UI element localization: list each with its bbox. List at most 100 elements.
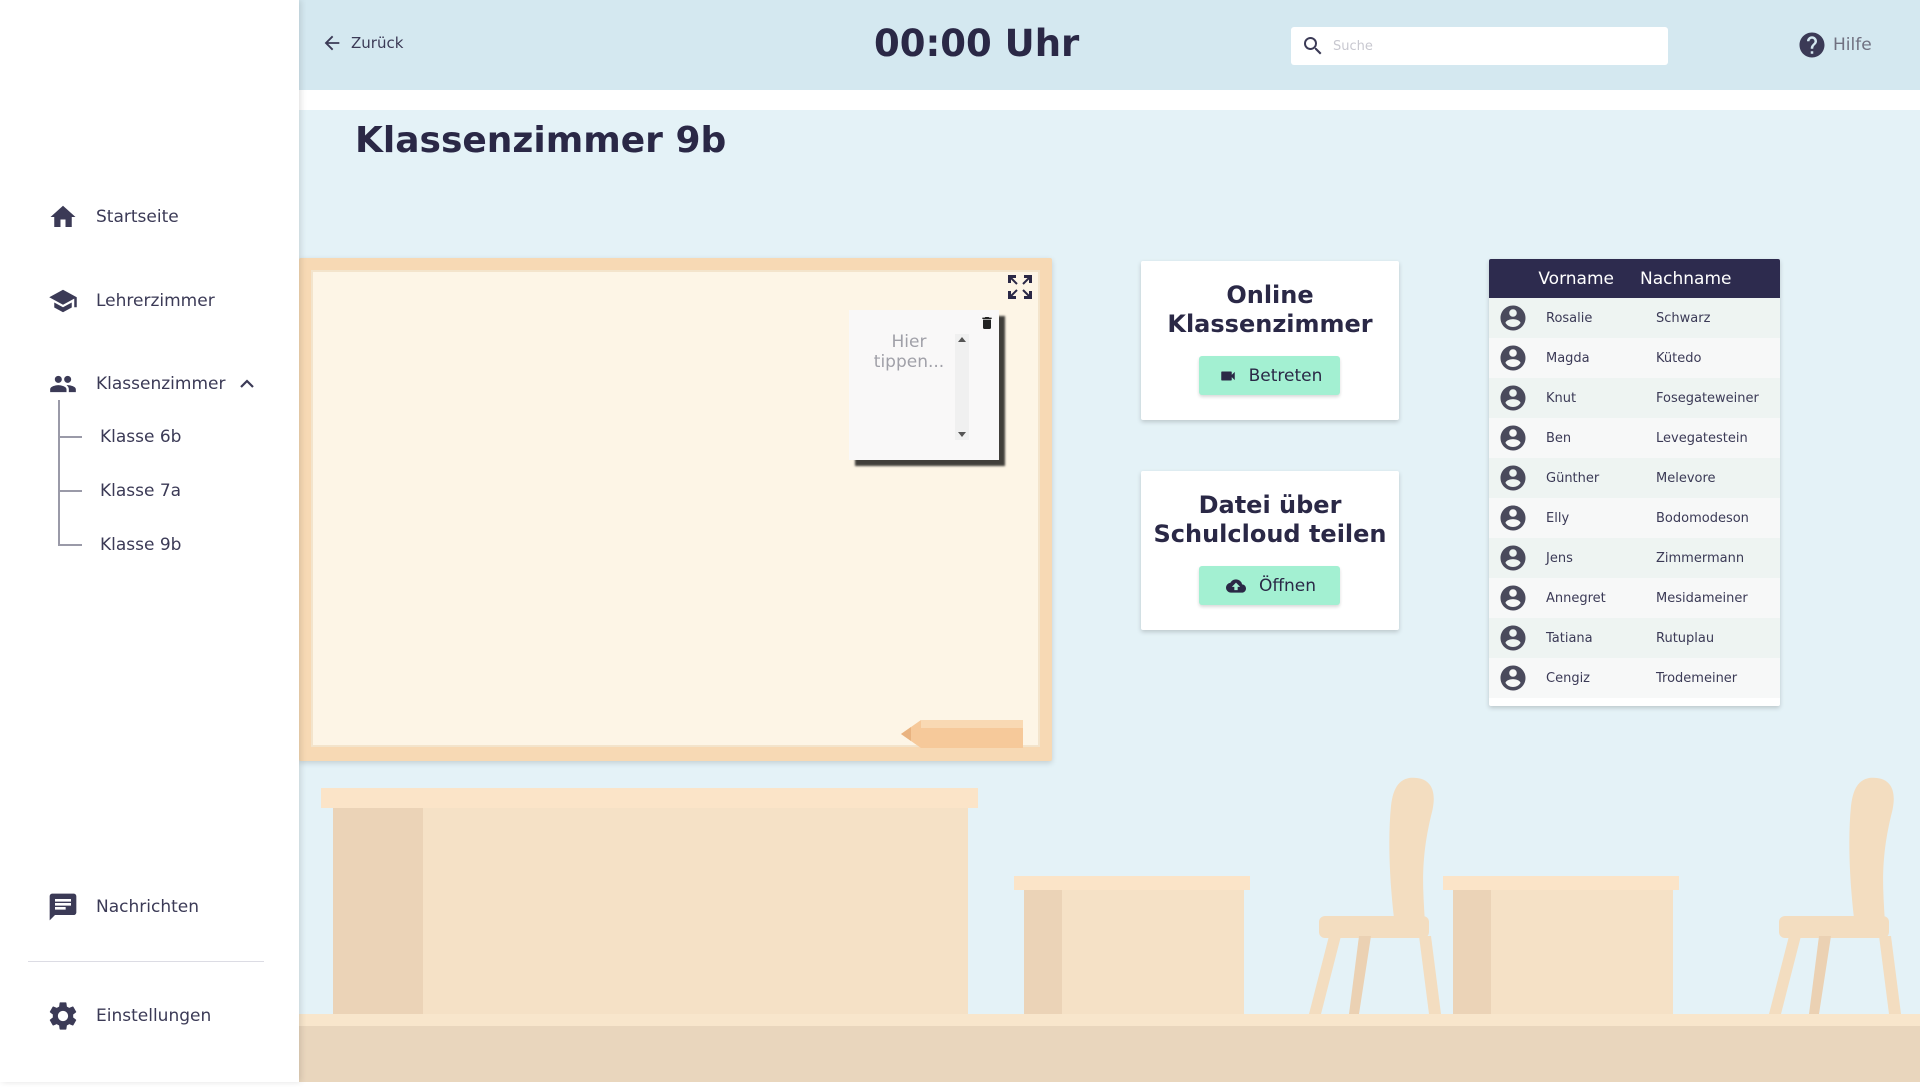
note-input[interactable] (859, 332, 959, 442)
avatar-icon (1500, 425, 1526, 451)
chalk-pencil-icon (901, 720, 1023, 748)
avatar-icon (1500, 505, 1526, 531)
student-rows: Rosalie Schwarz Magda Kütedo Knut Fosegatewei… (1489, 298, 1780, 698)
avatar-icon (1500, 385, 1526, 411)
last-name: Rutuplau (1656, 630, 1715, 646)
table-row[interactable]: Jens Zimmermann (1489, 538, 1780, 578)
tree-tick (58, 436, 82, 438)
card-title: Online Klassenzimmer (1141, 281, 1399, 339)
clock: 00:00 Uhr (874, 22, 1080, 65)
avatar-icon (1500, 305, 1526, 331)
join-button-label: Betreten (1248, 365, 1323, 386)
last-name: Bodomodeson (1656, 510, 1749, 526)
sidebar-item-startseite[interactable]: Startseite (46, 197, 179, 237)
share-file-card: Datei über Schulcloud teilen Öffnen (1141, 471, 1399, 630)
first-name: Annegret (1546, 590, 1606, 606)
first-name: Rosalie (1546, 310, 1593, 326)
first-name: Elly (1546, 510, 1570, 526)
last-name: Levegatestein (1656, 430, 1748, 446)
floor-edge (299, 1014, 1920, 1026)
sidebar-item-einstellungen[interactable]: Einstellungen (46, 996, 211, 1036)
help-button[interactable]: Hilfe (1797, 30, 1872, 60)
first-name: Günther (1546, 470, 1600, 486)
column-header-vorname[interactable]: Vorname (1489, 269, 1614, 289)
graduation-cap-icon (46, 284, 80, 318)
avatar-icon (1500, 665, 1526, 691)
first-name: Ben (1546, 430, 1572, 446)
cloud-upload-icon (1225, 578, 1246, 593)
sidebar-subitem-klasse-6b[interactable]: Klasse 6b (58, 422, 181, 452)
help-icon (1799, 32, 1825, 58)
floor (299, 1026, 1920, 1082)
card-title-line: Klassenzimmer (1167, 310, 1373, 338)
sidebar-divider (28, 961, 264, 962)
open-button[interactable]: Öffnen (1199, 566, 1340, 605)
topbar-strip (299, 90, 1920, 110)
first-name: Knut (1546, 390, 1577, 406)
sidebar-item-klassenzimmer[interactable]: Klassenzimmer (46, 364, 257, 404)
teacher-desk (333, 808, 968, 1014)
chevron-up-icon[interactable] (239, 375, 257, 393)
sidebar-subitem-klasse-7a[interactable]: Klasse 7a (58, 476, 181, 506)
sidebar-item-label: Nachrichten (96, 897, 199, 917)
last-name: Kütedo (1656, 350, 1702, 366)
sidebar-item-label: Startseite (96, 207, 179, 227)
chair-illustration (1309, 777, 1441, 1014)
student-list: Vorname Nachname Rosalie Schwarz Magda Küte… (1489, 259, 1780, 706)
first-name: Tatiana (1546, 630, 1593, 646)
back-label: Zurück (351, 34, 404, 52)
last-name: Fosegateweiner (1656, 390, 1759, 406)
table-row[interactable]: Magda Kütedo (1489, 338, 1780, 378)
sidebar-subitem-label: Klasse 7a (100, 481, 182, 501)
search-input[interactable] (1333, 38, 1653, 54)
column-header-nachname[interactable]: Nachname (1640, 269, 1731, 289)
first-name: Jens (1546, 550, 1573, 566)
sidebar-subitem-klasse-9b[interactable]: Klasse 9b (58, 530, 181, 560)
card-title: Datei über Schulcloud teilen (1141, 491, 1399, 549)
student-desk-top (1014, 876, 1250, 890)
avatar-icon (1500, 345, 1526, 371)
table-row[interactable]: Ben Levegatestein (1489, 418, 1780, 458)
teacher-desk-top (321, 788, 978, 808)
avatar-icon (1500, 465, 1526, 491)
avatar-icon (1500, 585, 1526, 611)
topbar: Zurück 00:00 Uhr Hilfe (299, 0, 1920, 90)
sidebar-item-nachrichten[interactable]: Nachrichten (46, 887, 199, 927)
help-label: Hilfe (1833, 35, 1872, 55)
tree-tick (58, 490, 82, 492)
last-name: Melevore (1656, 470, 1716, 486)
table-row[interactable]: Tatiana Rutuplau (1489, 618, 1780, 658)
sidebar-item-label: Klassenzimmer (96, 374, 226, 394)
table-row[interactable]: Annegret Mesidameiner (1489, 578, 1780, 618)
main-content: Klassenzimmer 9b Hier tippen... Online K… (299, 110, 1920, 1082)
sidebar-subitem-label: Klasse 6b (100, 427, 182, 447)
sidebar-subitem-label: Klasse 9b (100, 535, 182, 555)
trash-icon[interactable] (979, 314, 995, 336)
page-title: Klassenzimmer 9b (355, 120, 727, 161)
table-row[interactable]: Günther Melevore (1489, 458, 1780, 498)
back-button[interactable]: Zurück (321, 32, 403, 54)
avatar-icon (1500, 625, 1526, 651)
table-row[interactable]: Elly Bodomodeson (1489, 498, 1780, 538)
sidebar-item-label: Einstellungen (96, 1006, 212, 1026)
teacher-desk-side (333, 808, 423, 1014)
student-desk-side (1024, 890, 1062, 1014)
note-scrollbar[interactable] (955, 334, 969, 440)
table-row[interactable]: Cengiz Trodemeiner (1489, 658, 1780, 698)
last-name: Trodemeiner (1656, 670, 1738, 686)
open-button-label: Öffnen (1258, 575, 1317, 596)
last-name: Mesidameiner (1656, 590, 1748, 606)
pinboard (299, 258, 1052, 761)
sidebar-item-label: Lehrerzimmer (96, 291, 215, 311)
search-bar[interactable] (1291, 27, 1668, 65)
table-row[interactable]: Rosalie Schwarz (1489, 298, 1780, 338)
online-classroom-card: Online Klassenzimmer Betreten (1141, 261, 1399, 420)
video-camera-icon (1220, 371, 1235, 380)
sidebar-item-lehrerzimmer[interactable]: Lehrerzimmer (46, 281, 215, 321)
message-icon (46, 890, 80, 924)
table-header: Vorname Nachname (1489, 259, 1780, 298)
table-row[interactable]: Knut Fosegateweiner (1489, 378, 1780, 418)
people-icon (46, 367, 80, 401)
fullscreen-icon[interactable] (1005, 272, 1035, 302)
join-button[interactable]: Betreten (1199, 356, 1340, 395)
